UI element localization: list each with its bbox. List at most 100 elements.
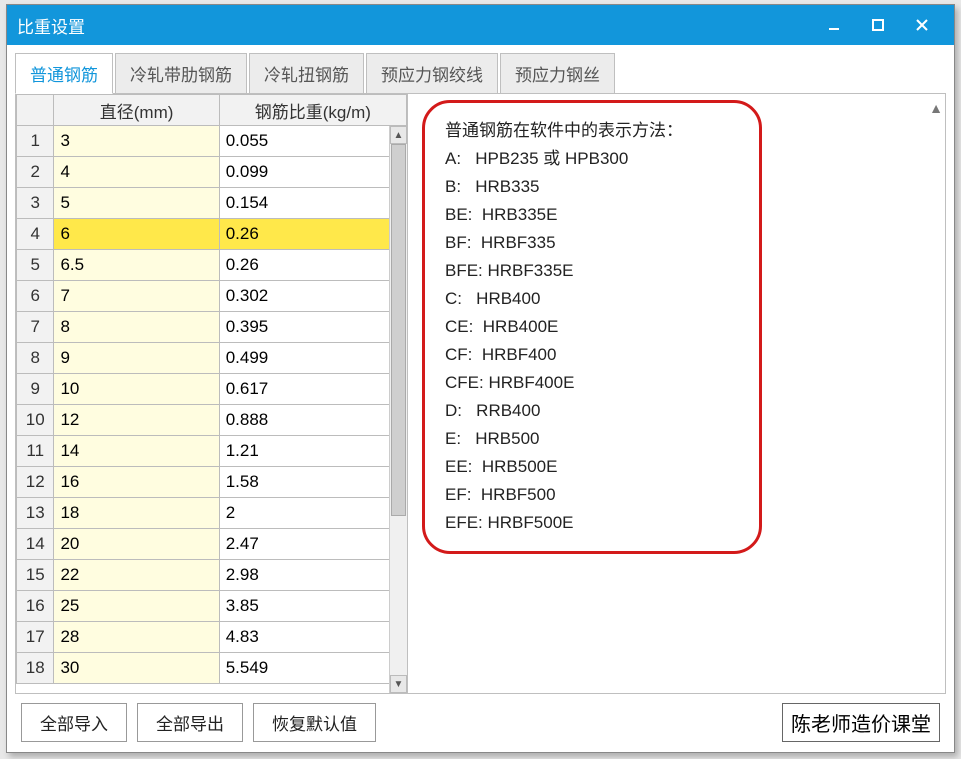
weight-table: 直径(mm) 钢筋比重(kg/m) 130.055240.099350.1544…: [16, 94, 407, 684]
row-number: 6: [17, 281, 54, 312]
weight-cell[interactable]: 2: [219, 498, 406, 529]
diameter-cell[interactable]: 4: [54, 157, 219, 188]
table-row[interactable]: 130.055: [17, 126, 407, 157]
weight-cell[interactable]: 1.21: [219, 436, 406, 467]
info-line: B: HRB335: [445, 173, 739, 201]
table-row[interactable]: 15222.98: [17, 560, 407, 591]
table-row[interactable]: 17284.83: [17, 622, 407, 653]
table-row[interactable]: 780.395: [17, 312, 407, 343]
diameter-cell[interactable]: 30: [54, 653, 219, 684]
row-number: 3: [17, 188, 54, 219]
diameter-cell[interactable]: 28: [54, 622, 219, 653]
weight-cell[interactable]: 0.499: [219, 343, 406, 374]
window-controls: [812, 5, 944, 45]
info-line: E: HRB500: [445, 425, 739, 453]
diameter-cell[interactable]: 6.5: [54, 250, 219, 281]
scroll-track[interactable]: [390, 144, 407, 675]
scroll-thumb[interactable]: [391, 144, 406, 516]
diameter-cell[interactable]: 14: [54, 436, 219, 467]
row-number: 13: [17, 498, 54, 529]
col-diameter[interactable]: 直径(mm): [54, 95, 219, 126]
diameter-cell[interactable]: 25: [54, 591, 219, 622]
weight-cell[interactable]: 0.617: [219, 374, 406, 405]
col-weight[interactable]: 钢筋比重(kg/m): [219, 95, 406, 126]
diameter-cell[interactable]: 5: [54, 188, 219, 219]
footer: 全部导入 全部导出 恢复默认值 陈老师造价课堂: [15, 695, 946, 746]
table-row[interactable]: 18305.549: [17, 653, 407, 684]
weight-cell[interactable]: 4.83: [219, 622, 406, 653]
row-number: 5: [17, 250, 54, 281]
table-row[interactable]: 11141.21: [17, 436, 407, 467]
weight-cell[interactable]: 2.98: [219, 560, 406, 591]
weight-cell[interactable]: 2.47: [219, 529, 406, 560]
weight-cell[interactable]: 0.395: [219, 312, 406, 343]
export-all-button[interactable]: 全部导出: [137, 703, 243, 742]
close-button[interactable]: [900, 5, 944, 45]
tab-3[interactable]: 预应力钢绞线: [366, 53, 498, 94]
info-line: CFE: HRBF400E: [445, 369, 739, 397]
tab-0[interactable]: 普通钢筋: [15, 53, 113, 94]
table-row[interactable]: 13182: [17, 498, 407, 529]
weight-cell[interactable]: 1.58: [219, 467, 406, 498]
table-row[interactable]: 14202.47: [17, 529, 407, 560]
table-row[interactable]: 460.26: [17, 219, 407, 250]
weight-cell[interactable]: 0.26: [219, 250, 406, 281]
weight-cell[interactable]: 5.549: [219, 653, 406, 684]
weight-cell[interactable]: 0.888: [219, 405, 406, 436]
row-number: 8: [17, 343, 54, 374]
maximize-button[interactable]: [856, 5, 900, 45]
diameter-cell[interactable]: 8: [54, 312, 219, 343]
table-row[interactable]: 12161.58: [17, 467, 407, 498]
minimize-button[interactable]: [812, 5, 856, 45]
table-row[interactable]: 56.50.26: [17, 250, 407, 281]
tab-2[interactable]: 冷轧扭钢筋: [249, 53, 364, 94]
restore-defaults-button[interactable]: 恢复默认值: [253, 703, 376, 742]
row-number: 16: [17, 591, 54, 622]
row-number: 10: [17, 405, 54, 436]
tab-4[interactable]: 预应力钢丝: [500, 53, 615, 94]
row-number: 7: [17, 312, 54, 343]
diameter-cell[interactable]: 9: [54, 343, 219, 374]
weight-cell[interactable]: 0.099: [219, 157, 406, 188]
table-row[interactable]: 670.302: [17, 281, 407, 312]
row-number: 11: [17, 436, 54, 467]
weight-cell[interactable]: 3.85: [219, 591, 406, 622]
row-number: 17: [17, 622, 54, 653]
diameter-cell[interactable]: 10: [54, 374, 219, 405]
table-row[interactable]: 9100.617: [17, 374, 407, 405]
diameter-cell[interactable]: 6: [54, 219, 219, 250]
diameter-cell[interactable]: 12: [54, 405, 219, 436]
app-window: 比重设置 普通钢筋冷轧带肋钢筋冷轧扭钢筋预应力钢绞线预应力钢丝: [6, 4, 955, 753]
diameter-cell[interactable]: 20: [54, 529, 219, 560]
table-row[interactable]: 240.099: [17, 157, 407, 188]
weight-cell[interactable]: 0.302: [219, 281, 406, 312]
row-number: 2: [17, 157, 54, 188]
row-number: 1: [17, 126, 54, 157]
info-line: CF: HRBF400: [445, 341, 739, 369]
info-line: C: HRB400: [445, 285, 739, 313]
scroll-up-icon[interactable]: ▲: [390, 126, 407, 144]
diameter-cell[interactable]: 7: [54, 281, 219, 312]
import-all-button[interactable]: 全部导入: [21, 703, 127, 742]
weight-cell[interactable]: 0.26: [219, 219, 406, 250]
info-line: D: RRB400: [445, 397, 739, 425]
weight-cell[interactable]: 0.154: [219, 188, 406, 219]
weight-cell[interactable]: 0.055: [219, 126, 406, 157]
row-number: 18: [17, 653, 54, 684]
tab-1[interactable]: 冷轧带肋钢筋: [115, 53, 247, 94]
table-row[interactable]: 16253.85: [17, 591, 407, 622]
table-row[interactable]: 10120.888: [17, 405, 407, 436]
table-row[interactable]: 350.154: [17, 188, 407, 219]
info-line: BE: HRB335E: [445, 201, 739, 229]
right-scroll-up-icon[interactable]: ▲: [929, 100, 943, 116]
diameter-cell[interactable]: 18: [54, 498, 219, 529]
diameter-cell[interactable]: 16: [54, 467, 219, 498]
diameter-cell[interactable]: 22: [54, 560, 219, 591]
window-title: 比重设置: [17, 13, 812, 38]
diameter-cell[interactable]: 3: [54, 126, 219, 157]
table-scrollbar[interactable]: ▲ ▼: [389, 126, 407, 693]
info-line: EF: HRBF500: [445, 481, 739, 509]
table-row[interactable]: 890.499: [17, 343, 407, 374]
scroll-down-icon[interactable]: ▼: [390, 675, 407, 693]
content-area: 直径(mm) 钢筋比重(kg/m) 130.055240.099350.1544…: [15, 93, 946, 694]
